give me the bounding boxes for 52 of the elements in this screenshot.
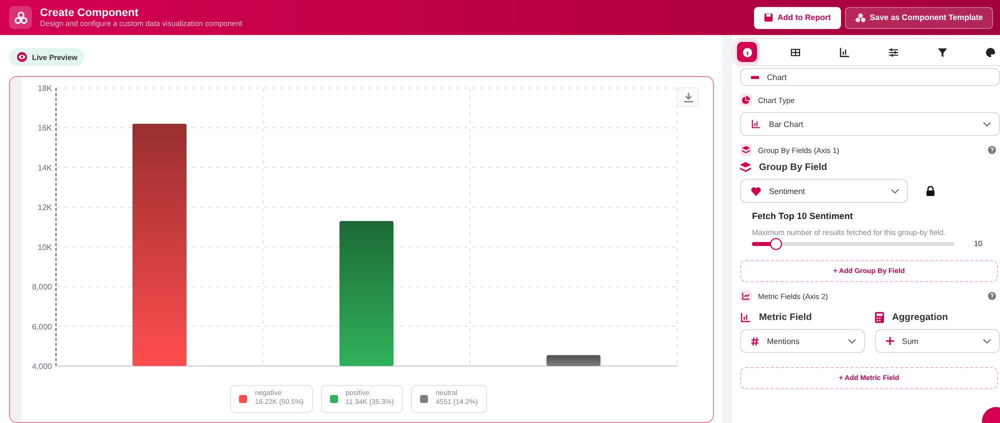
component-type-select[interactable]: Chart: [740, 68, 1000, 86]
cubes-icon: [854, 12, 866, 22]
y-axis-label: 12K: [38, 203, 52, 212]
save-template-button[interactable]: Save as Component Template: [844, 6, 993, 28]
chevron-down-icon: [983, 338, 991, 344]
help-icon[interactable]: [988, 292, 996, 300]
line-chart-icon: [740, 290, 752, 302]
lock-icon[interactable]: [926, 186, 935, 196]
heart-icon: [751, 186, 761, 196]
page-title: Create Component: [40, 7, 140, 19]
chevron-down-icon: [891, 188, 899, 194]
info-tab[interactable]: [737, 42, 757, 62]
bar-chart-icon: [839, 46, 850, 58]
bar-chart-icon: [740, 312, 751, 323]
bar: [546, 355, 600, 366]
metric-field-select[interactable]: Mentions: [740, 329, 865, 353]
palette-icon: [985, 46, 996, 58]
group-by-select[interactable]: Sentiment: [740, 179, 908, 203]
calculator-icon: [875, 312, 884, 323]
slider-thumb[interactable]: [770, 238, 782, 250]
info-icon: [742, 46, 752, 58]
y-axis-label: 16K: [38, 124, 52, 133]
cubes-icon: [9, 6, 32, 29]
y-axis-label: 10K: [38, 242, 52, 252]
table-icon: [790, 46, 802, 58]
plus-icon: [886, 337, 894, 345]
help-icon[interactable]: [988, 146, 996, 154]
hash-icon: [751, 336, 759, 346]
filter-icon: [936, 46, 948, 58]
chevron-down-icon: [983, 122, 991, 126]
pie-chart-icon: [740, 94, 752, 106]
add-to-report-button[interactable]: Add to Report: [754, 6, 841, 28]
field-heading: Group By Field: [759, 162, 828, 173]
layers-icon: [740, 144, 752, 156]
download-icon[interactable]: [677, 87, 699, 107]
sliders-icon: [888, 46, 899, 58]
chart-type-select[interactable]: Bar Chart: [740, 112, 1000, 136]
save-icon: [764, 13, 774, 22]
layers-icon: [740, 162, 751, 173]
y-axis-label: 6,000: [32, 322, 52, 332]
bar-chart-icon: [751, 119, 761, 129]
field-heading: Metric Field: [759, 312, 812, 323]
y-axis-label: 4,000: [32, 362, 52, 371]
y-axis-label: 8,000: [32, 282, 52, 292]
bar-icon: [751, 76, 759, 78]
field-heading: Aggregation: [892, 312, 948, 323]
fetch-title: Fetch Top 10 Sentiment: [752, 211, 854, 221]
y-axis-label: 18K: [38, 84, 52, 93]
aggregation-select[interactable]: Sum: [875, 329, 1000, 353]
eye-icon: [16, 51, 28, 63]
y-axis-label: 14K: [38, 163, 52, 172]
chevron-down-icon: [848, 338, 856, 344]
